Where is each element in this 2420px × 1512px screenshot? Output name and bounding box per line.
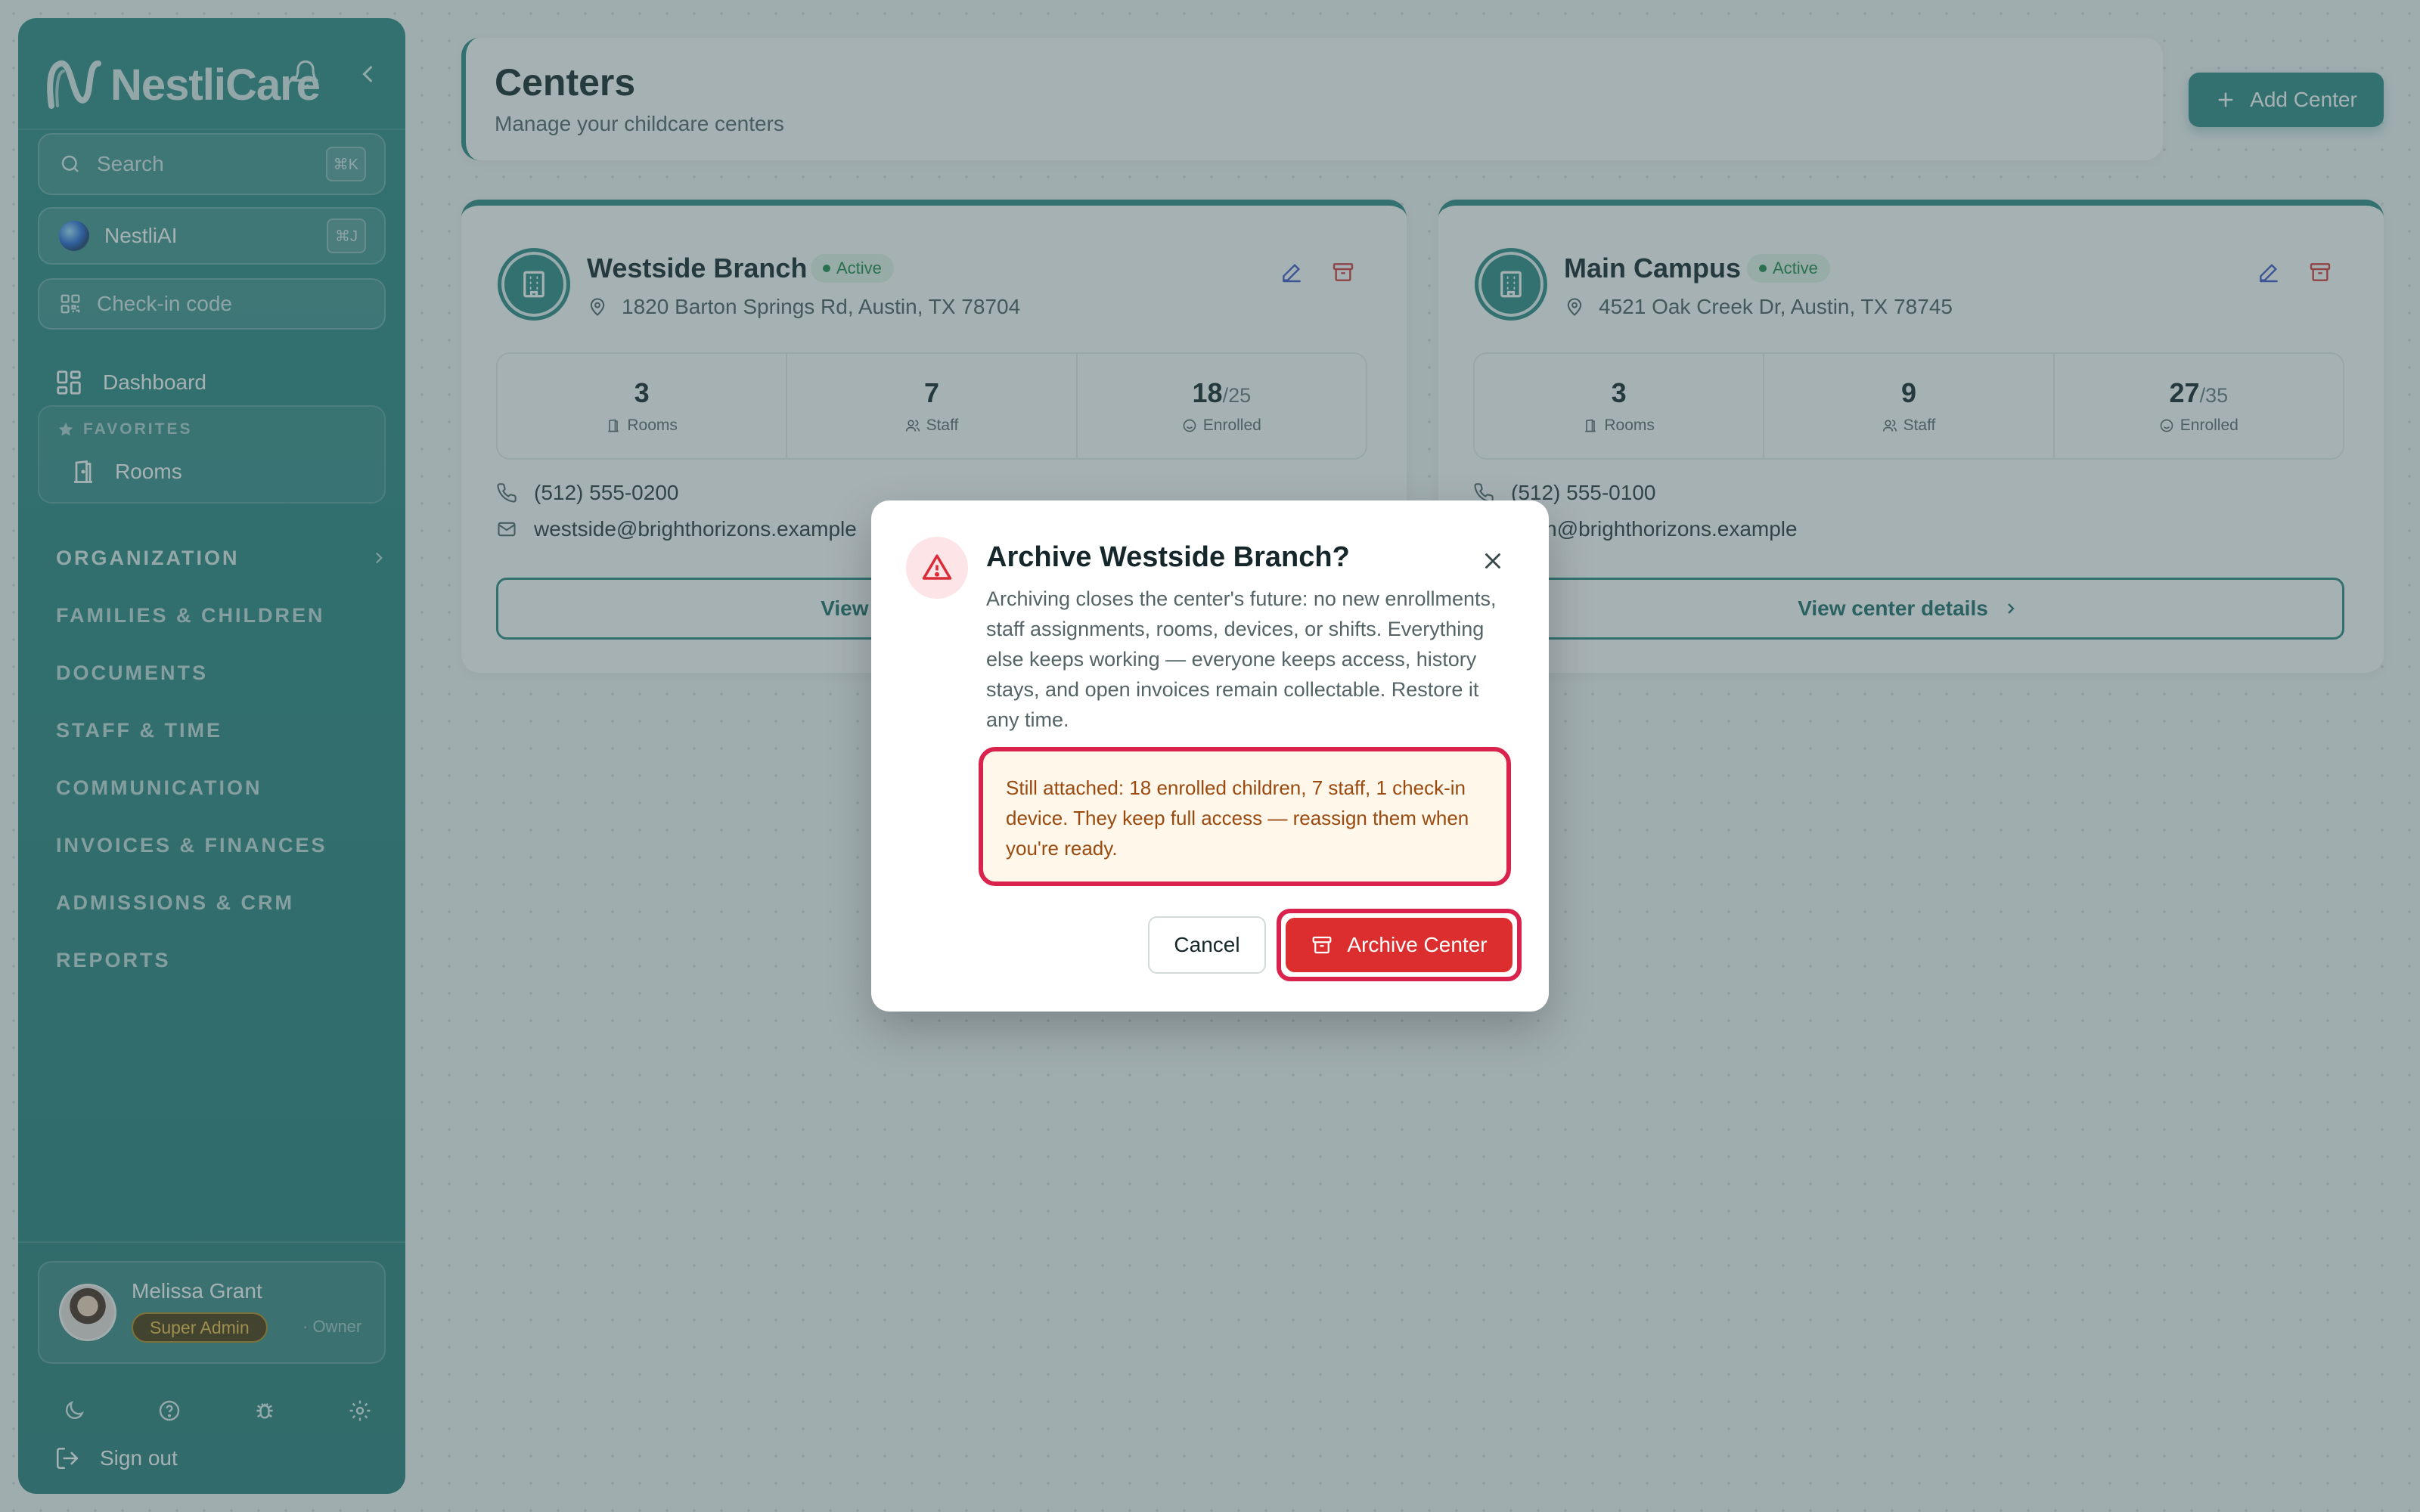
close-icon[interactable]: [1472, 540, 1514, 582]
dialog-description: Archiving closes the center's future: no…: [986, 587, 1497, 731]
cancel-button[interactable]: Cancel: [1148, 916, 1266, 974]
attached-warning: Still attached: 18 enrolled children, 7 …: [979, 747, 1511, 886]
archive-icon: [1313, 936, 1332, 954]
dialog-title: Archive Westside Branch?: [986, 541, 1350, 573]
archive-center-button[interactable]: Archive Center: [1286, 918, 1512, 972]
confirm-highlight: Archive Center: [1277, 909, 1522, 981]
warning-icon: [906, 537, 968, 599]
archive-dialog: Archive Westside Branch? Archiving close…: [871, 500, 1549, 1012]
